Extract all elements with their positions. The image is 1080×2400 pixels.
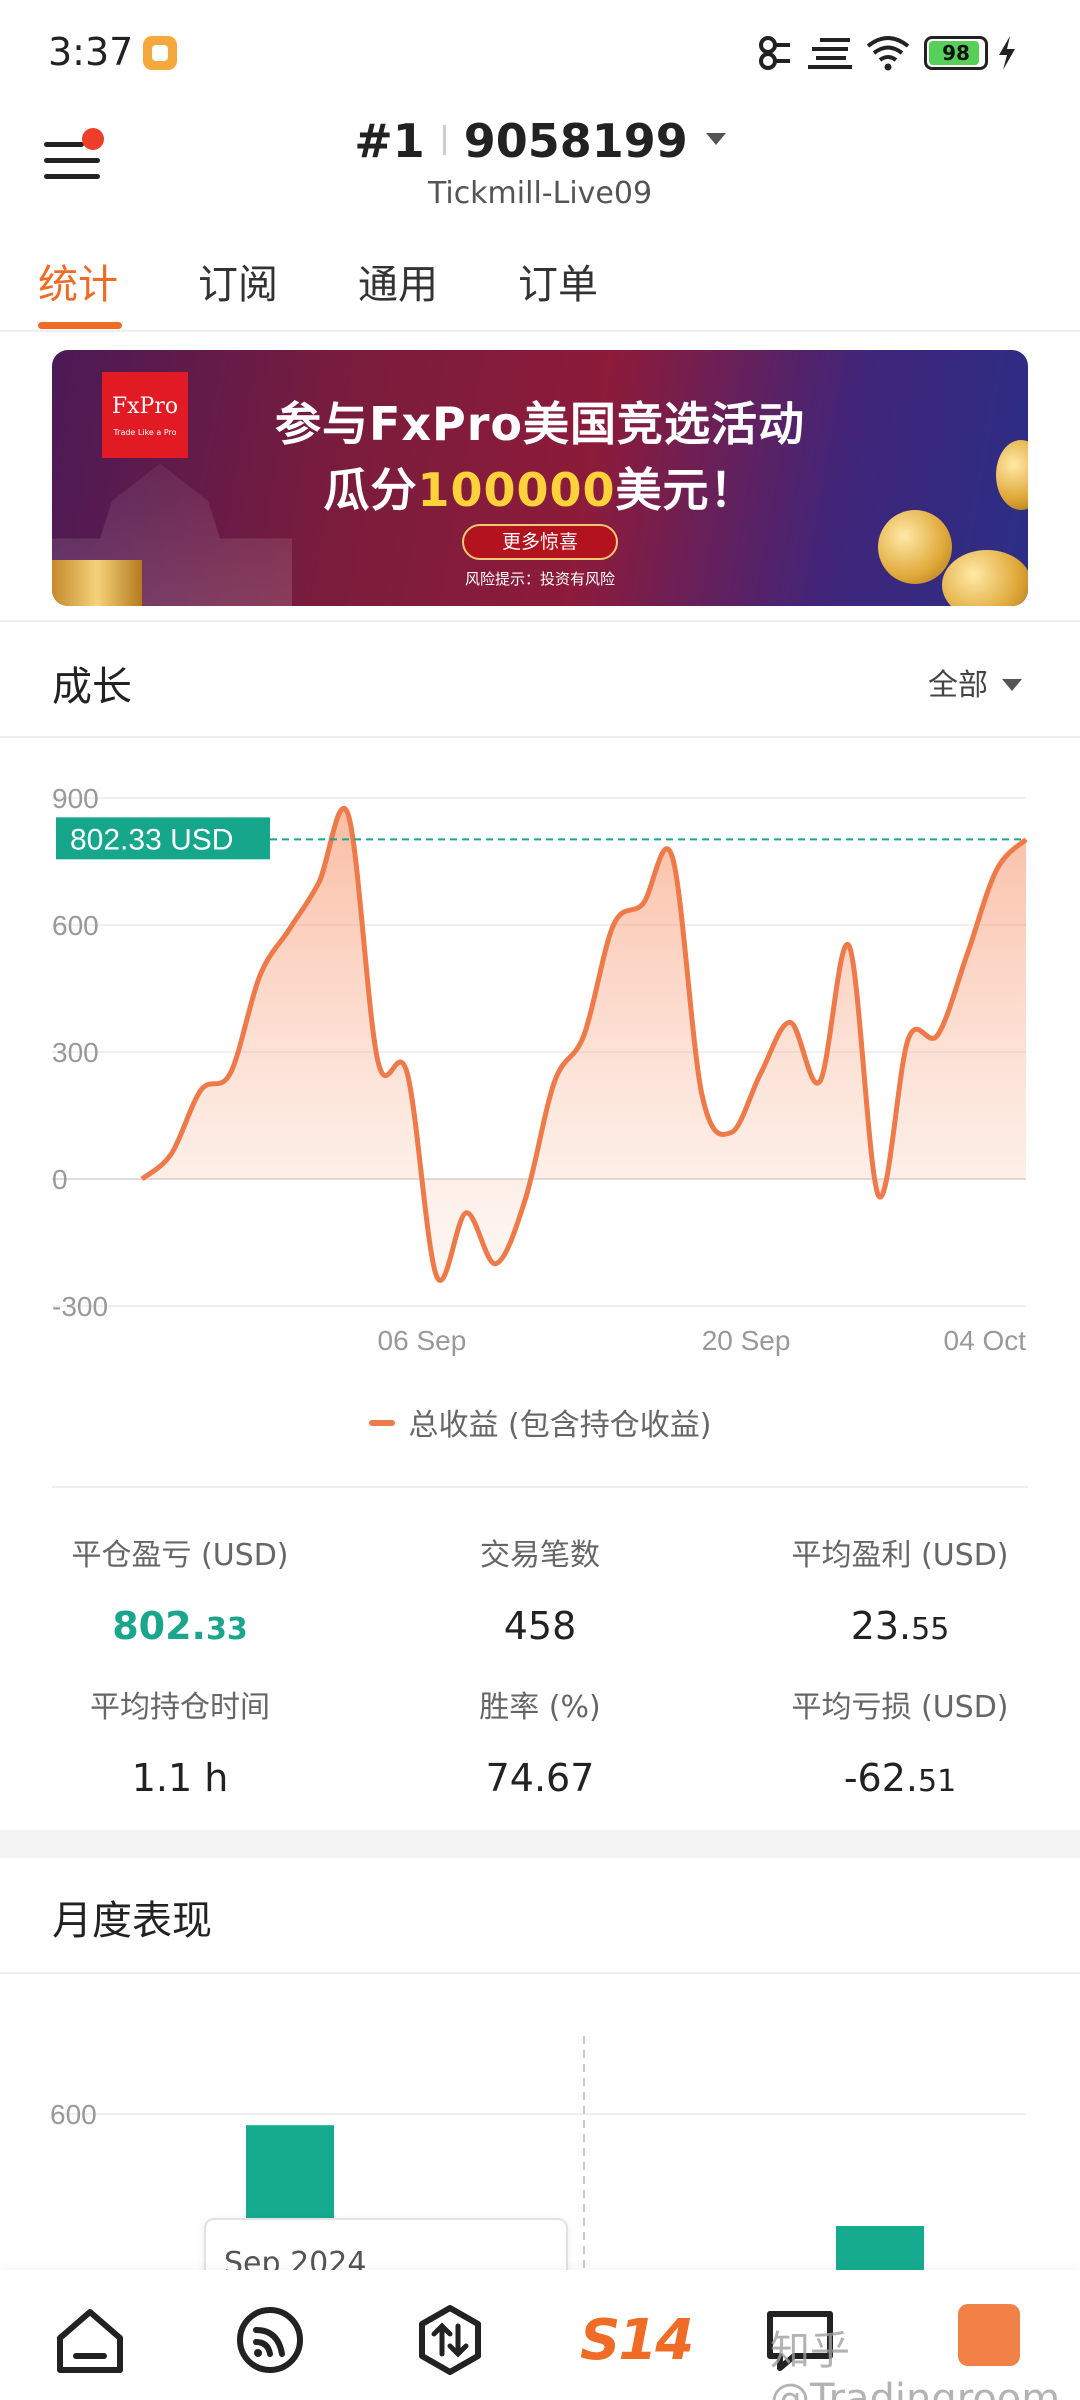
stat-value-dec: 33 [206, 1612, 248, 1647]
stat-closed-pnl: 平仓盈亏 (USD) 802.33 [0, 1530, 360, 1648]
stat-value: 74.67 [360, 1756, 720, 1800]
growth-title: 成长 [52, 664, 132, 710]
home-icon[interactable] [50, 2300, 130, 2380]
section-gap [0, 1830, 1080, 1858]
y-tick-label: 300 [52, 1037, 99, 1068]
chevron-down-icon [1002, 679, 1022, 691]
bar-oct-2024[interactable] [836, 2226, 924, 2270]
stat-avg-profit: 平均盈利 (USD) 23.55 [720, 1530, 1080, 1648]
account-number: 9058199 [463, 114, 688, 168]
data-signal-icon [808, 38, 852, 69]
range-selector-label: 全部 [928, 668, 988, 703]
vpn-key-icon [759, 36, 790, 70]
feed-icon[interactable] [230, 2300, 310, 2380]
stat-win-rate: 胜率 (%) 74.67 [360, 1682, 720, 1800]
x-tick-label: 06 Sep [378, 1325, 467, 1356]
stat-value-int: -62. [843, 1756, 918, 1800]
stat-label: 胜率 (%) [479, 1690, 601, 1725]
y-tick-label: 600 [50, 2099, 97, 2130]
x-tick-label: 04 Oct [944, 1325, 1027, 1356]
stat-value: 458 [360, 1604, 720, 1648]
stat-label: 平均持仓时间 [90, 1690, 270, 1725]
stat-label: 平均亏损 (USD) [791, 1690, 1009, 1725]
y-tick-label: 600 [52, 910, 99, 941]
charging-bolt-icon [999, 36, 1015, 70]
tab-orders[interactable]: 订单 [518, 252, 598, 310]
battery-level: 98 [942, 41, 970, 65]
account-server: Tickmill-Live09 [427, 176, 653, 211]
y-tick-label: -300 [52, 1291, 108, 1322]
wifi-icon [866, 36, 910, 71]
coin-icon [942, 550, 1028, 606]
tab-bar: 统计 订阅 通用 订单 [0, 240, 1080, 332]
status-bar: 3:37 98 [0, 0, 1080, 100]
watermark: 知乎 @Tradingroom [770, 2328, 1061, 2400]
chevron-down-icon [705, 133, 726, 145]
tab-subscribe[interactable]: 订阅 [198, 252, 278, 310]
banner-risk-notice: 风险提示：投资有风险 [464, 570, 615, 588]
monthly-title: 月度表现 [52, 1898, 212, 1944]
active-tab-indicator [38, 322, 122, 329]
stat-value-dec: 51 [917, 1764, 957, 1799]
banner-l2-prefix: 瓜分 [323, 463, 418, 517]
stat-value: 23.55 [720, 1604, 1080, 1648]
stat-value-int: 1.1 h [131, 1756, 229, 1800]
growth-area [142, 808, 1026, 1281]
stat-value: 1.1 h [0, 1756, 360, 1800]
y-tick-label: 0 [52, 1164, 68, 1195]
s14-logo[interactable]: S14 [580, 2308, 694, 2373]
stat-avg-hold-time: 平均持仓时间 1.1 h [0, 1682, 360, 1800]
account-header: #1 9058199 Tickmill-Live09 [0, 100, 1080, 220]
coin-icon [878, 510, 952, 584]
stat-label: 平仓盈亏 (USD) [71, 1538, 289, 1573]
stat-value: 802.33 [0, 1604, 360, 1648]
current-value-label: 802.33 USD [70, 823, 233, 856]
stat-value-dec: 55 [911, 1612, 950, 1647]
stat-value-int: 458 [503, 1604, 577, 1648]
stat-label: 交易笔数 [480, 1538, 600, 1573]
divider [0, 736, 1080, 738]
promo-banner[interactable]: FxPro Trade Like a Pro 参与FxPro美国竞选活动 瓜分10… [52, 350, 1028, 606]
growth-chart: 802.33 USD 900 600 300 0 -300 06 Sep 20 Sep 04 … [52, 783, 1028, 1356]
notification-app-icon [143, 36, 177, 70]
bottom-navigation: S14 知乎 @Tradingroom [0, 2270, 1080, 2400]
account-prefix: #1 [354, 114, 425, 168]
y-tick-label: 900 [52, 783, 99, 814]
divider [0, 620, 1080, 622]
divider [52, 1486, 1028, 1488]
clock: 3:37 [48, 30, 134, 74]
account-selector[interactable]: #1 9058199 [0, 114, 1080, 168]
stat-value-int: 23. [850, 1604, 912, 1648]
banner-l2-suffix: 美元！ [615, 463, 757, 517]
range-selector[interactable]: 全部 [928, 660, 1022, 704]
legend-label: 总收益 (包含持仓收益) [408, 1408, 712, 1443]
banner-cta-button[interactable]: 更多惊喜 [462, 524, 618, 560]
banner-subheadline: 瓜分100000美元！ [52, 454, 1028, 520]
stat-value-int: 802. [112, 1604, 206, 1648]
battery-icon: 98 [924, 36, 988, 70]
stat-label: 平均盈利 (USD) [791, 1538, 1009, 1573]
legend-swatch [368, 1420, 395, 1426]
banner-amount: 100000 [417, 463, 616, 517]
tab-statistics[interactable]: 统计 [38, 252, 118, 310]
stat-trade-count: 交易笔数 458 [360, 1530, 720, 1648]
banner-headline: 参与FxPro美国竞选活动 [274, 397, 806, 451]
x-tick-label: 20 Sep [702, 1325, 791, 1356]
divider [0, 1972, 1080, 1974]
tab-general[interactable]: 通用 [358, 252, 438, 310]
trade-icon[interactable] [410, 2300, 490, 2380]
growth-legend: 总收益 (包含持仓收益) [0, 1400, 1080, 1444]
stat-value: -62.51 [720, 1756, 1080, 1800]
stat-value-int: 74.67 [485, 1756, 595, 1800]
stat-avg-loss: 平均亏损 (USD) -62.51 [720, 1682, 1080, 1800]
